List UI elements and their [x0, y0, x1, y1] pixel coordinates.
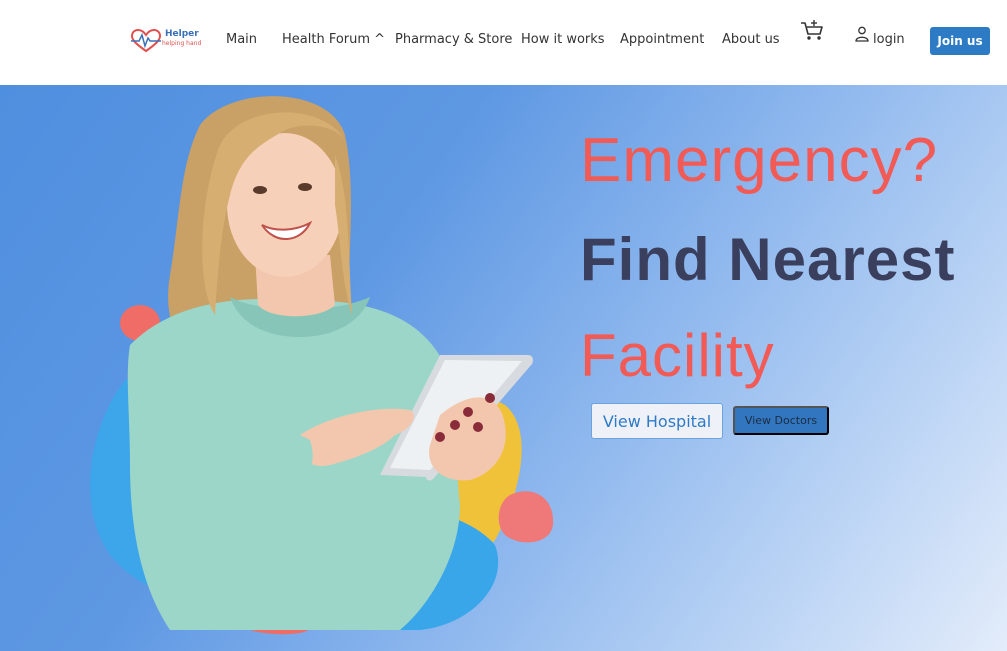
header: Helper helping hand Main Health Forum ^ …	[0, 0, 1007, 85]
hero-line-facility: Facility	[580, 322, 775, 389]
join-us-button[interactable]: Join us	[930, 27, 990, 55]
hero-line-find-nearest: Find Nearest	[580, 226, 956, 293]
cart-icon[interactable]	[800, 19, 824, 43]
hero-line-emergency: Emergency?	[580, 126, 939, 195]
login-link[interactable]: login	[873, 32, 905, 47]
logo[interactable]: Helper helping hand	[130, 28, 210, 53]
logo-tagline: helping hand	[162, 40, 202, 47]
logo-title: Helper	[165, 29, 199, 39]
view-hospital-button[interactable]: View Hospital	[591, 403, 723, 439]
nav-how-it-works[interactable]: How it works	[521, 32, 605, 47]
nav-appointment[interactable]: Appointment	[620, 32, 704, 47]
view-doctors-button[interactable]: View Doctors	[733, 406, 829, 435]
user-icon[interactable]	[855, 26, 869, 42]
nav-health-forum[interactable]: Health Forum ^	[282, 32, 385, 47]
nav-pharmacy-store[interactable]: Pharmacy & Store	[395, 32, 512, 47]
nav-main[interactable]: Main	[226, 32, 257, 47]
heart-logo-icon	[130, 28, 162, 53]
hero-section: Emergency? Find Nearest Facility View Ho…	[0, 85, 1007, 651]
hero-illustration	[90, 96, 554, 635]
nav-about-us[interactable]: About us	[722, 32, 780, 47]
